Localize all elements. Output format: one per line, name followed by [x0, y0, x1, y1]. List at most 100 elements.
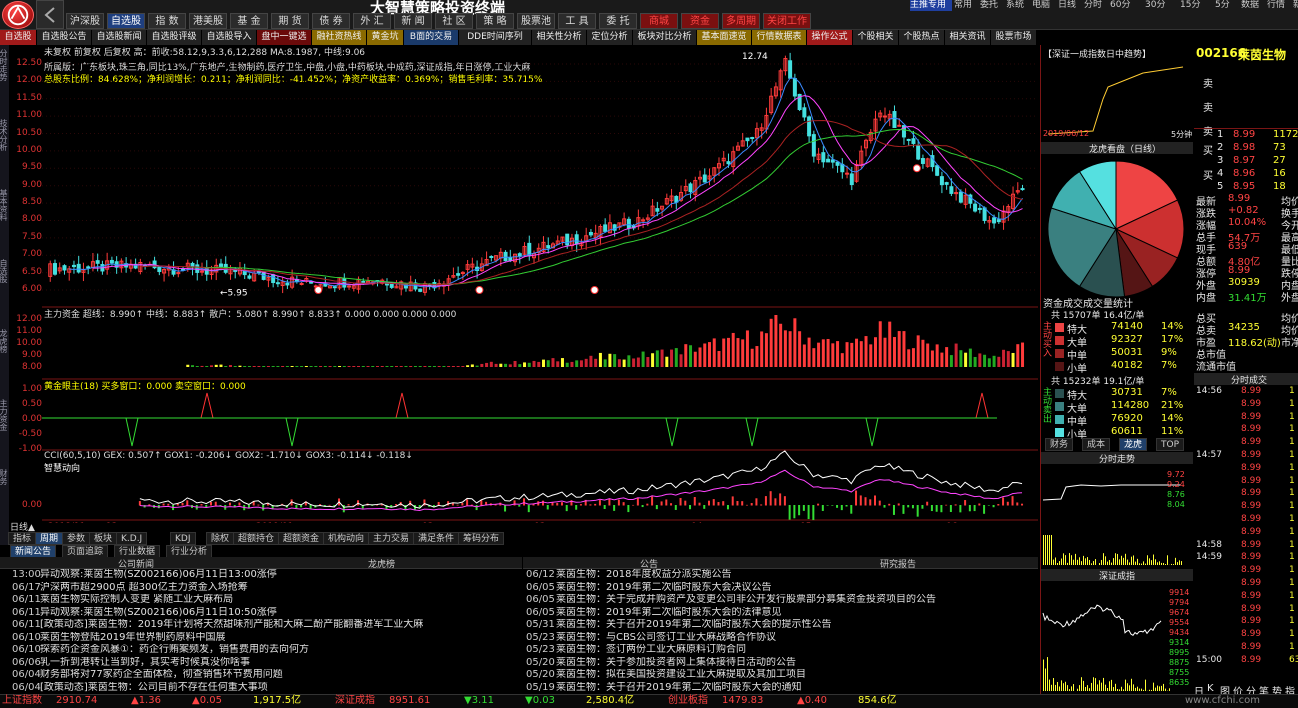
nav-7[interactable]: 外 汇: [353, 13, 391, 29]
func-tab-5[interactable]: 盘中一键选: [257, 30, 312, 45]
nav-8[interactable]: 新 闻: [394, 13, 432, 29]
app-logo[interactable]: [2, 1, 34, 29]
right-bottom-tab[interactable]: K: [1207, 683, 1214, 694]
top-menu-8[interactable]: 30分: [1145, 0, 1178, 11]
indicator-tab-2[interactable]: 参数: [62, 532, 91, 545]
news-item[interactable]: 莱茵生物登陆2019年世界制药原料中国展: [40, 632, 510, 644]
func-tab-12[interactable]: 板块对比分析: [633, 30, 697, 45]
func-tab-11[interactable]: 定位分析: [587, 30, 633, 45]
func-tab-14[interactable]: 行情数据表: [752, 30, 807, 45]
news-item[interactable]: 莱茵生物实际控制人变更 紧随工业大麻布局: [40, 594, 510, 606]
indicator-tab-7[interactable]: 超额持仓: [233, 532, 280, 545]
nav-14[interactable]: 商城: [640, 13, 678, 29]
indicator-tab-10[interactable]: 主力交易: [368, 532, 415, 545]
news-item[interactable]: 异动观察:莱茵生物(SZ002166)06月11日13:00涨停: [40, 569, 510, 581]
indicator-tab-5[interactable]: KDJ: [170, 532, 196, 545]
nav-6[interactable]: 债 券: [312, 13, 350, 29]
left-tab-3[interactable]: 自选股: [0, 259, 9, 325]
top-menu-10[interactable]: 5分: [1215, 0, 1239, 11]
news-item[interactable]: 乳一折到港转让当到好，其实考时候真没你啥事: [40, 657, 510, 669]
nav-1[interactable]: 自选股: [107, 13, 145, 29]
left-tab-6[interactable]: 财务: [0, 469, 9, 535]
func-tab-8[interactable]: B面的交易: [404, 30, 459, 45]
status-item-0[interactable]: 上证指数: [2, 695, 42, 707]
news-item[interactable]: 沪深两市超2900点 超300亿主力资金入场抢筹: [40, 582, 510, 594]
left-tab-5[interactable]: 主力资金: [0, 399, 9, 465]
indicator-tab-8[interactable]: 超额资金: [278, 532, 325, 545]
nav-5[interactable]: 期 货: [271, 13, 309, 29]
news-item[interactable]: 财务部将对77家药企全面体检，彻查销售环节费用问题: [40, 669, 510, 681]
func-tab-15[interactable]: 操作公式: [807, 30, 853, 45]
func-tab-6[interactable]: 融社资热线: [312, 30, 367, 45]
top-menu-11[interactable]: 数据: [1241, 0, 1265, 11]
top-menu-3[interactable]: 系统: [1006, 0, 1030, 11]
func-tab-3[interactable]: 自选股评级: [147, 30, 202, 45]
top-menu-1[interactable]: 常用: [954, 0, 978, 11]
indicator-tab-4[interactable]: K.D.J: [116, 532, 148, 545]
flow-tab-3[interactable]: TOP: [1156, 438, 1185, 451]
nav-11[interactable]: 股票池: [517, 13, 555, 29]
left-tab-2[interactable]: 基本资料: [0, 189, 9, 255]
capital-flow-pie[interactable]: [1043, 155, 1193, 305]
notice-item[interactable]: 莱茵生物：签订两份工业大麻原料订购合同: [556, 644, 1026, 656]
indicator-tab-11[interactable]: 满足条件: [413, 532, 460, 545]
nav-12[interactable]: 工 具: [558, 13, 596, 29]
indicator-tab-12[interactable]: 筹码分布: [458, 532, 505, 545]
nav-9[interactable]: 社 区: [435, 13, 473, 29]
stock-name[interactable]: 莱茵生物: [1238, 46, 1286, 63]
notice-item[interactable]: 莱茵生物：与CBS公司签订工业大麻战略合作协议: [556, 632, 1026, 644]
notice-item[interactable]: 莱茵生物：关于参加投资者网上集体接待日活动的公告: [556, 657, 1026, 669]
top-menu-7[interactable]: 60分: [1110, 0, 1143, 11]
func-tab-9[interactable]: DDE时间序列: [459, 30, 532, 45]
notice-item[interactable]: 莱茵生物：2019年第二次临时股东大会决议公告: [556, 582, 1026, 594]
top-menu-13[interactable]: 新闻: [1293, 0, 1298, 11]
func-tab-17[interactable]: 个股热点: [899, 30, 945, 45]
top-menu-12[interactable]: 行情: [1267, 0, 1291, 11]
nav-4[interactable]: 基 金: [230, 13, 268, 29]
func-tab-4[interactable]: 自选股导入: [202, 30, 257, 45]
status-item-5[interactable]: 深证成指: [335, 695, 375, 707]
left-tab-0[interactable]: 分时走势: [0, 49, 9, 115]
indicator-tab-1[interactable]: 周期: [35, 532, 64, 545]
nav-16[interactable]: 多周期: [722, 13, 760, 29]
news-item[interactable]: [政策动态]莱茵生物：公司目前不存在任何重大事项: [40, 682, 510, 694]
func-tab-7[interactable]: 黄金坑: [367, 30, 404, 45]
func-tab-13[interactable]: 基本面速览: [697, 30, 752, 45]
nav-13[interactable]: 委 托: [599, 13, 637, 29]
top-menu-0[interactable]: 主推专用: [910, 0, 952, 11]
func-tab-2[interactable]: 自选股新闻: [92, 30, 147, 45]
news-item[interactable]: [政策动态]莱茵生物：2019年计划将天然甜味剂产能和大麻二酚产能翻番进军工业大…: [40, 619, 510, 631]
notice-item[interactable]: 莱茵生物：关于召开2019年第二次临时股东大会的提示性公告: [556, 619, 1026, 631]
flow-tab-2[interactable]: 龙虎: [1119, 438, 1148, 451]
flow-tab-1[interactable]: 成本: [1082, 438, 1111, 451]
left-tab-4[interactable]: 龙虎榜: [0, 329, 9, 395]
notice-item[interactable]: 莱茵生物：关于完成并购资产及变更公司非公开发行股票部分募集资金投资项目的公告: [556, 594, 1026, 606]
func-tab-16[interactable]: 个股相关: [853, 30, 899, 45]
left-tab-1[interactable]: 技术分析: [0, 119, 9, 185]
indicator-tab-3[interactable]: 板块: [89, 532, 118, 545]
top-menu-2[interactable]: 委托: [980, 0, 1004, 11]
szse-index-chart[interactable]: [1041, 583, 1171, 693]
nav-10[interactable]: 策 略: [476, 13, 514, 29]
func-tab-10[interactable]: 相关性分析: [532, 30, 587, 45]
nav-15[interactable]: 资金: [681, 13, 719, 29]
flow-tab-0[interactable]: 财务: [1045, 438, 1074, 451]
nav-17[interactable]: 关闭工作区: [763, 13, 811, 43]
indicator-tab-0[interactable]: 指标: [8, 532, 37, 545]
func-tab-18[interactable]: 相关资讯: [945, 30, 991, 45]
indicator-tab-9[interactable]: 机构动向: [323, 532, 370, 545]
func-tab-1[interactable]: 自选股公告: [37, 30, 92, 45]
top-menu-6[interactable]: 分时: [1084, 0, 1108, 11]
indicator-tab-6[interactable]: 除权: [206, 532, 235, 545]
top-menu-4[interactable]: 电脑: [1032, 0, 1056, 11]
top-menu-5[interactable]: 日线: [1058, 0, 1082, 11]
func-tab-19[interactable]: 股票市场: [991, 30, 1037, 45]
notice-item[interactable]: 莱茵生物：拟在美国投资建设工业大麻提取及其加工项目: [556, 669, 1026, 681]
notice-item[interactable]: 莱茵生物：2019年第二次临时股东大会的法律意见: [556, 607, 1026, 619]
nav-2[interactable]: 指 数: [148, 13, 186, 29]
kline-svg[interactable]: ←5.95 12.74 2018/11 12 2019/01 02 03 04 05 06: [42, 45, 1038, 523]
notice-item[interactable]: 莱茵生物：2018年度权益分派实施公告: [556, 569, 1026, 581]
mini-index-chart[interactable]: [1043, 59, 1193, 139]
nav-0[interactable]: 沪深股: [66, 13, 104, 29]
status-item-10[interactable]: 创业板指: [668, 695, 708, 707]
